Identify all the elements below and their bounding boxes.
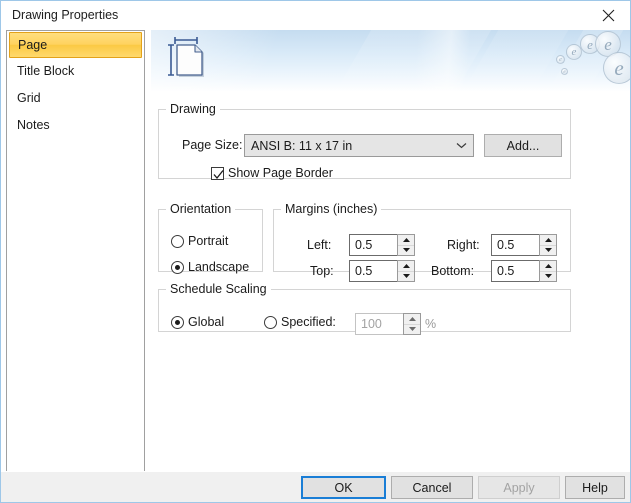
margin-left-spinner[interactable]: 0.5 [349, 234, 415, 256]
category-list[interactable]: Page Title Block Grid Notes [6, 30, 145, 472]
sidebar-item-label: Grid [17, 91, 41, 105]
spinner-up-icon[interactable] [540, 261, 556, 272]
sidebar-item-label: Title Block [17, 64, 75, 78]
schedule-scaling-legend: Schedule Scaling [170, 282, 267, 296]
specified-scale-value[interactable]: 100 [355, 313, 403, 335]
sidebar-item-notes[interactable]: Notes [7, 112, 144, 139]
schedule-scaling-group: Schedule Scaling Global Specified: 100 % [158, 282, 571, 335]
margin-left-value[interactable]: 0.5 [349, 234, 397, 256]
margin-left-label: Left: [307, 238, 332, 252]
orientation-group: Orientation Portrait Landscape [158, 202, 263, 274]
radio-specified[interactable]: Specified: [264, 315, 336, 329]
header-banner: e e e e e e [151, 30, 630, 92]
sidebar-item-label: Notes [17, 118, 50, 132]
spinner-buttons[interactable] [397, 234, 415, 256]
show-page-border-label: Show Page Border [228, 166, 333, 180]
chevron-down-icon [449, 135, 473, 156]
title-bar: Drawing Properties [1, 1, 630, 30]
margin-right-spinner[interactable]: 0.5 [491, 234, 557, 256]
spinner-down-icon[interactable] [540, 246, 556, 256]
add-page-size-button[interactable]: Add... [484, 134, 562, 157]
radio-landscape-label: Landscape [188, 260, 250, 274]
radio-specified-label: Specified: [281, 315, 336, 329]
margin-top-spinner[interactable]: 0.5 [349, 260, 415, 282]
specified-scale-spinner[interactable]: 100 [355, 313, 421, 335]
drawing-group: Drawing Page Size: ANSI B: 11 x 17 in Ad… [158, 102, 571, 180]
margin-bottom-value[interactable]: 0.5 [491, 260, 539, 282]
spinner-down-icon[interactable] [540, 272, 556, 282]
sidebar-item-title-block[interactable]: Title Block [7, 58, 144, 85]
sidebar-item-grid[interactable]: Grid [7, 85, 144, 112]
sidebar-item-label: Page [18, 38, 48, 52]
radio-portrait-label: Portrait [188, 234, 229, 248]
margins-group-legend: Margins (inches) [285, 202, 378, 216]
close-button[interactable] [586, 1, 630, 29]
margin-right-label: Right: [447, 238, 480, 252]
e-bubble-icon: e [561, 68, 568, 75]
radio-global-label: Global [188, 315, 225, 329]
radio-circle [171, 234, 184, 248]
dialog-footer: OK Cancel Apply Help [1, 471, 630, 502]
radio-portrait[interactable]: Portrait [171, 234, 228, 248]
window-title: Drawing Properties [12, 8, 119, 22]
drawing-properties-dialog: Drawing Properties Page Title Block Grid… [0, 0, 631, 503]
spinner-buttons[interactable] [403, 313, 421, 335]
orientation-group-legend: Orientation [170, 202, 232, 216]
spinner-buttons[interactable] [539, 260, 557, 282]
margin-bottom-label: Bottom: [431, 264, 475, 278]
sidebar-item-page[interactable]: Page [9, 32, 142, 58]
radio-global[interactable]: Global [171, 315, 224, 329]
spinner-down-icon[interactable] [398, 272, 414, 282]
margins-group: Margins (inches) Left: 0.5 Right: 0.5 To… [273, 202, 571, 282]
show-page-border-checkbox[interactable]: Show Page Border [211, 166, 333, 180]
spinner-up-icon[interactable] [404, 314, 420, 325]
checkbox-box [211, 166, 224, 180]
ok-button[interactable]: OK [301, 476, 386, 499]
radio-circle [264, 315, 277, 329]
radio-circle [171, 315, 184, 329]
cancel-button[interactable]: Cancel [391, 476, 473, 499]
page-dimension-icon [168, 37, 204, 77]
radio-landscape[interactable]: Landscape [171, 260, 249, 274]
spinner-up-icon[interactable] [398, 235, 414, 246]
margin-right-value[interactable]: 0.5 [491, 234, 539, 256]
spinner-down-icon[interactable] [398, 246, 414, 256]
page-size-value: ANSI B: 11 x 17 in [251, 138, 353, 153]
page-settings-pane: Drawing Page Size: ANSI B: 11 x 17 in Ad… [151, 92, 630, 472]
drawing-group-legend: Drawing [170, 102, 216, 116]
spinner-buttons[interactable] [397, 260, 415, 282]
spinner-up-icon[interactable] [540, 235, 556, 246]
radio-circle [171, 260, 184, 274]
margin-bottom-spinner[interactable]: 0.5 [491, 260, 557, 282]
page-size-label: Page Size: [182, 138, 243, 152]
spinner-buttons[interactable] [539, 234, 557, 256]
e-bubble-icon: e [556, 55, 565, 64]
page-size-dropdown[interactable]: ANSI B: 11 x 17 in [244, 134, 474, 157]
margin-top-label: Top: [310, 264, 334, 278]
spinner-down-icon[interactable] [404, 325, 420, 335]
help-button[interactable]: Help [565, 476, 625, 499]
checkmark-icon [213, 169, 224, 179]
margin-top-value[interactable]: 0.5 [349, 260, 397, 282]
apply-button: Apply [478, 476, 560, 499]
spinner-up-icon[interactable] [398, 261, 414, 272]
percent-symbol: % [425, 317, 437, 331]
close-x-icon [602, 9, 614, 21]
e-bubble-icon: e [603, 52, 630, 84]
